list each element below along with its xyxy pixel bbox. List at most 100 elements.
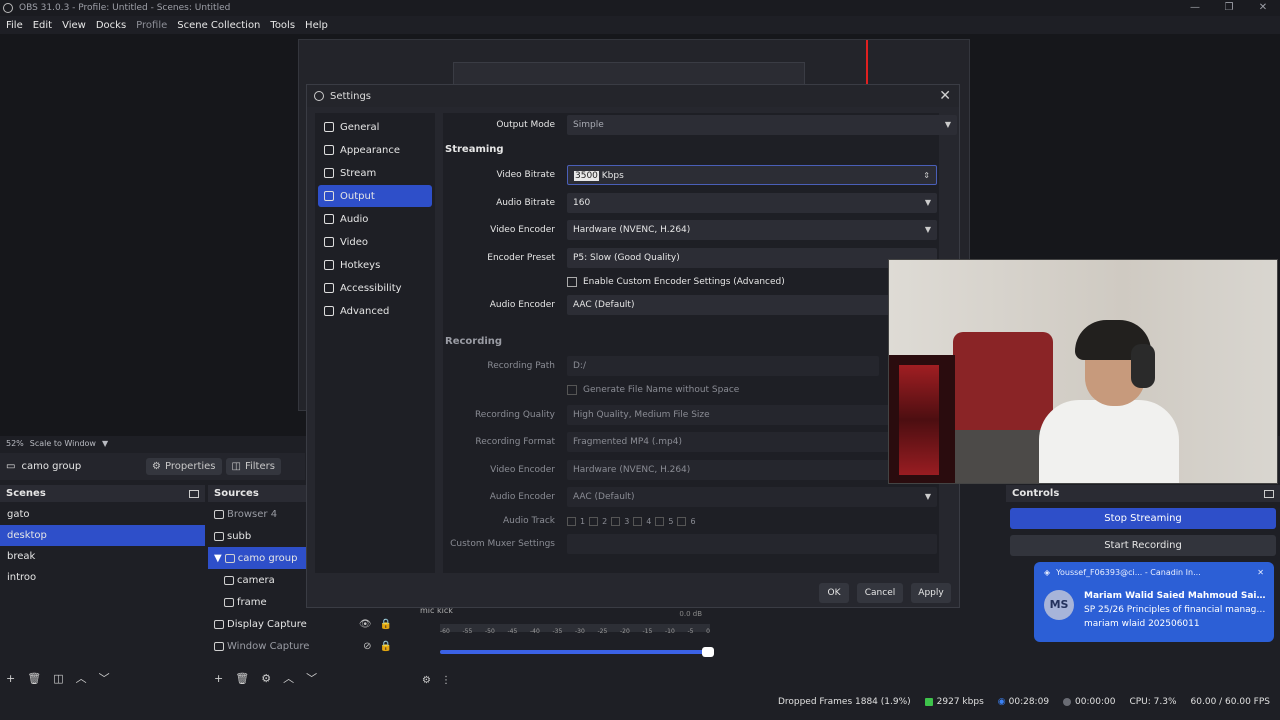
trash-icon[interactable]: 🗑 xyxy=(27,672,41,685)
filter-icon[interactable]: ◫ xyxy=(53,672,63,685)
chevron-down-icon: ▼ xyxy=(944,120,951,129)
category-general[interactable]: General xyxy=(318,116,432,138)
category-accessibility[interactable]: Accessibility xyxy=(318,277,432,299)
status-bar: Dropped Frames 1884 (1.9%) 2927 kbps ◉ 00… xyxy=(0,692,1280,712)
fps: 60.00 / 60.00 FPS xyxy=(1190,697,1270,707)
start-recording-button[interactable]: Start Recording xyxy=(1010,535,1276,556)
checkbox-icon[interactable] xyxy=(633,516,643,526)
arrow-down-icon[interactable]: ﹀ xyxy=(99,670,110,686)
checkbox-icon[interactable] xyxy=(655,516,665,526)
chevron-down-icon[interactable]: ▼ xyxy=(102,439,108,448)
arrow-up-icon[interactable]: ︿ xyxy=(76,670,87,686)
audio-encoder-select[interactable]: AAC (Default) xyxy=(567,295,937,315)
scene-item[interactable]: introo xyxy=(0,567,205,588)
recording-format-select[interactable]: Fragmented MP4 (.mp4) xyxy=(567,432,937,452)
recording-path-input[interactable]: D:/ xyxy=(567,356,879,376)
spin-arrows-icon[interactable]: ⇕ xyxy=(923,166,930,186)
video-encoder-select[interactable]: Hardware (NVENC, H.264) ▼ xyxy=(567,220,937,240)
custom-encoder-checkbox[interactable]: Enable Custom Encoder Settings (Advanced… xyxy=(567,277,785,287)
recording-video-encoder-row: Video Encoder Hardware (NVENC, H.264) xyxy=(443,460,939,480)
scene-item[interactable]: desktop xyxy=(0,525,205,546)
stop-streaming-button[interactable]: Stop Streaming xyxy=(1010,508,1276,529)
add-icon[interactable]: + xyxy=(6,672,15,685)
preview-zoom-bar: 52% Scale to Window ▼ xyxy=(0,436,300,450)
minimize-icon[interactable]: — xyxy=(1178,0,1212,16)
recording-quality-select[interactable]: High Quality, Medium File Size xyxy=(567,405,937,425)
chevron-down-icon[interactable]: ▼ xyxy=(214,553,222,564)
gaming-pc xyxy=(889,355,955,483)
recording-audio-encoder-select[interactable]: AAC (Default) ▼ xyxy=(567,487,937,507)
bitrate: 2927 kbps xyxy=(924,697,984,707)
recording-video-encoder-select[interactable]: Hardware (NVENC, H.264) xyxy=(567,460,937,480)
cancel-button[interactable]: Cancel xyxy=(857,583,903,603)
lock-icon[interactable]: 🔒 xyxy=(380,619,392,630)
gear-icon[interactable]: ⚙ xyxy=(422,675,431,686)
category-audio[interactable]: Audio xyxy=(318,208,432,230)
custom-muxer-input[interactable] xyxy=(567,534,937,554)
scale-mode[interactable]: Scale to Window xyxy=(30,439,96,448)
ok-button[interactable]: OK xyxy=(819,583,849,603)
close-icon[interactable]: ✕ xyxy=(1257,568,1264,577)
settings-titlebar: Settings xyxy=(307,85,959,107)
menu-edit[interactable]: Edit xyxy=(33,20,52,31)
scene-item[interactable]: break xyxy=(0,546,205,567)
undock-icon[interactable] xyxy=(189,489,199,498)
more-vertical-icon[interactable]: ⋮ xyxy=(441,675,451,686)
controls-header: Controls xyxy=(1006,485,1280,502)
close-icon[interactable]: ✕ xyxy=(939,88,951,104)
checkbox-icon[interactable] xyxy=(589,516,599,526)
category-appearance[interactable]: Appearance xyxy=(318,139,432,161)
volume-slider-knob[interactable] xyxy=(702,647,714,657)
scenes-toolbar: + 🗑 ◫ ︿ ﹀ xyxy=(0,666,110,690)
category-advanced[interactable]: Advanced xyxy=(318,300,432,322)
scene-item[interactable]: gato xyxy=(0,504,205,525)
category-output[interactable]: Output xyxy=(318,185,432,207)
arrow-down-icon[interactable]: ﹀ xyxy=(306,670,317,686)
menu-tools[interactable]: Tools xyxy=(270,20,295,31)
video-bitrate-row: Video Bitrate 3500 Kbps ⇕ xyxy=(443,165,939,185)
apply-button[interactable]: Apply xyxy=(911,583,951,603)
checkbox-icon[interactable] xyxy=(567,516,576,526)
menu-docks[interactable]: Docks xyxy=(96,20,126,31)
undock-icon[interactable] xyxy=(1264,489,1274,498)
accessibility-icon xyxy=(324,283,334,293)
audio-bitrate-select[interactable]: 160 ▼ xyxy=(567,193,937,213)
menu-profile[interactable]: Profile xyxy=(136,20,167,31)
source-bounding-line xyxy=(866,40,868,86)
source-context-bar: ▭ camo group ⚙ Properties ◫ Filters xyxy=(0,453,305,480)
encoder-preset-select[interactable]: P5: Slow (Good Quality) xyxy=(567,248,937,268)
checkbox-icon[interactable] xyxy=(677,516,687,526)
menu-file[interactable]: File xyxy=(6,20,23,31)
zoom-level: 52% xyxy=(6,438,24,448)
filters-button[interactable]: ◫ Filters xyxy=(225,458,281,475)
gen-filename-checkbox[interactable]: Generate File Name without Space xyxy=(567,385,739,395)
category-video[interactable]: Video xyxy=(318,231,432,253)
source-row[interactable]: Window Capture ⊘ 🔒 xyxy=(208,635,408,657)
maximize-icon[interactable]: ❐ xyxy=(1212,0,1246,16)
stream-time: ◉ 00:28:09 xyxy=(997,697,1050,707)
properties-button[interactable]: ⚙ Properties xyxy=(146,458,222,475)
close-icon[interactable]: ✕ xyxy=(1246,0,1280,16)
menu-help[interactable]: Help xyxy=(305,20,328,31)
arrow-up-icon[interactable]: ︿ xyxy=(283,670,294,686)
gear-icon xyxy=(324,122,334,132)
menu-scene-collection[interactable]: Scene Collection xyxy=(177,20,260,31)
gear-icon[interactable]: ⚙ xyxy=(261,672,271,685)
category-hotkeys[interactable]: Hotkeys xyxy=(318,254,432,276)
teams-notification[interactable]: ◈ Youssef_F06393@ci... - Canadin In... ✕… xyxy=(1034,562,1274,642)
eye-icon[interactable]: 👁 xyxy=(359,619,372,630)
lock-icon[interactable]: 🔒 xyxy=(380,641,392,652)
volume-slider[interactable] xyxy=(440,647,714,657)
eye-hidden-icon[interactable]: ⊘ xyxy=(363,641,371,652)
video-bitrate-spinbox[interactable]: 3500 Kbps ⇕ xyxy=(567,165,937,185)
add-icon[interactable]: + xyxy=(214,672,223,685)
checkbox-icon[interactable] xyxy=(611,516,621,526)
notification-body: mariam wlaid 202506011 xyxy=(1084,619,1200,629)
trash-icon[interactable]: 🗑 xyxy=(235,672,249,685)
menu-view[interactable]: View xyxy=(62,20,86,31)
output-mode-select[interactable]: Simple ▼ xyxy=(567,115,957,135)
settings-categories: General Appearance Stream Output Audio V… xyxy=(315,113,435,573)
recording-quality-row: Recording Quality High Quality, Medium F… xyxy=(443,405,939,425)
category-stream[interactable]: Stream xyxy=(318,162,432,184)
source-row[interactable]: Display Capture 👁 🔒 xyxy=(208,613,408,635)
